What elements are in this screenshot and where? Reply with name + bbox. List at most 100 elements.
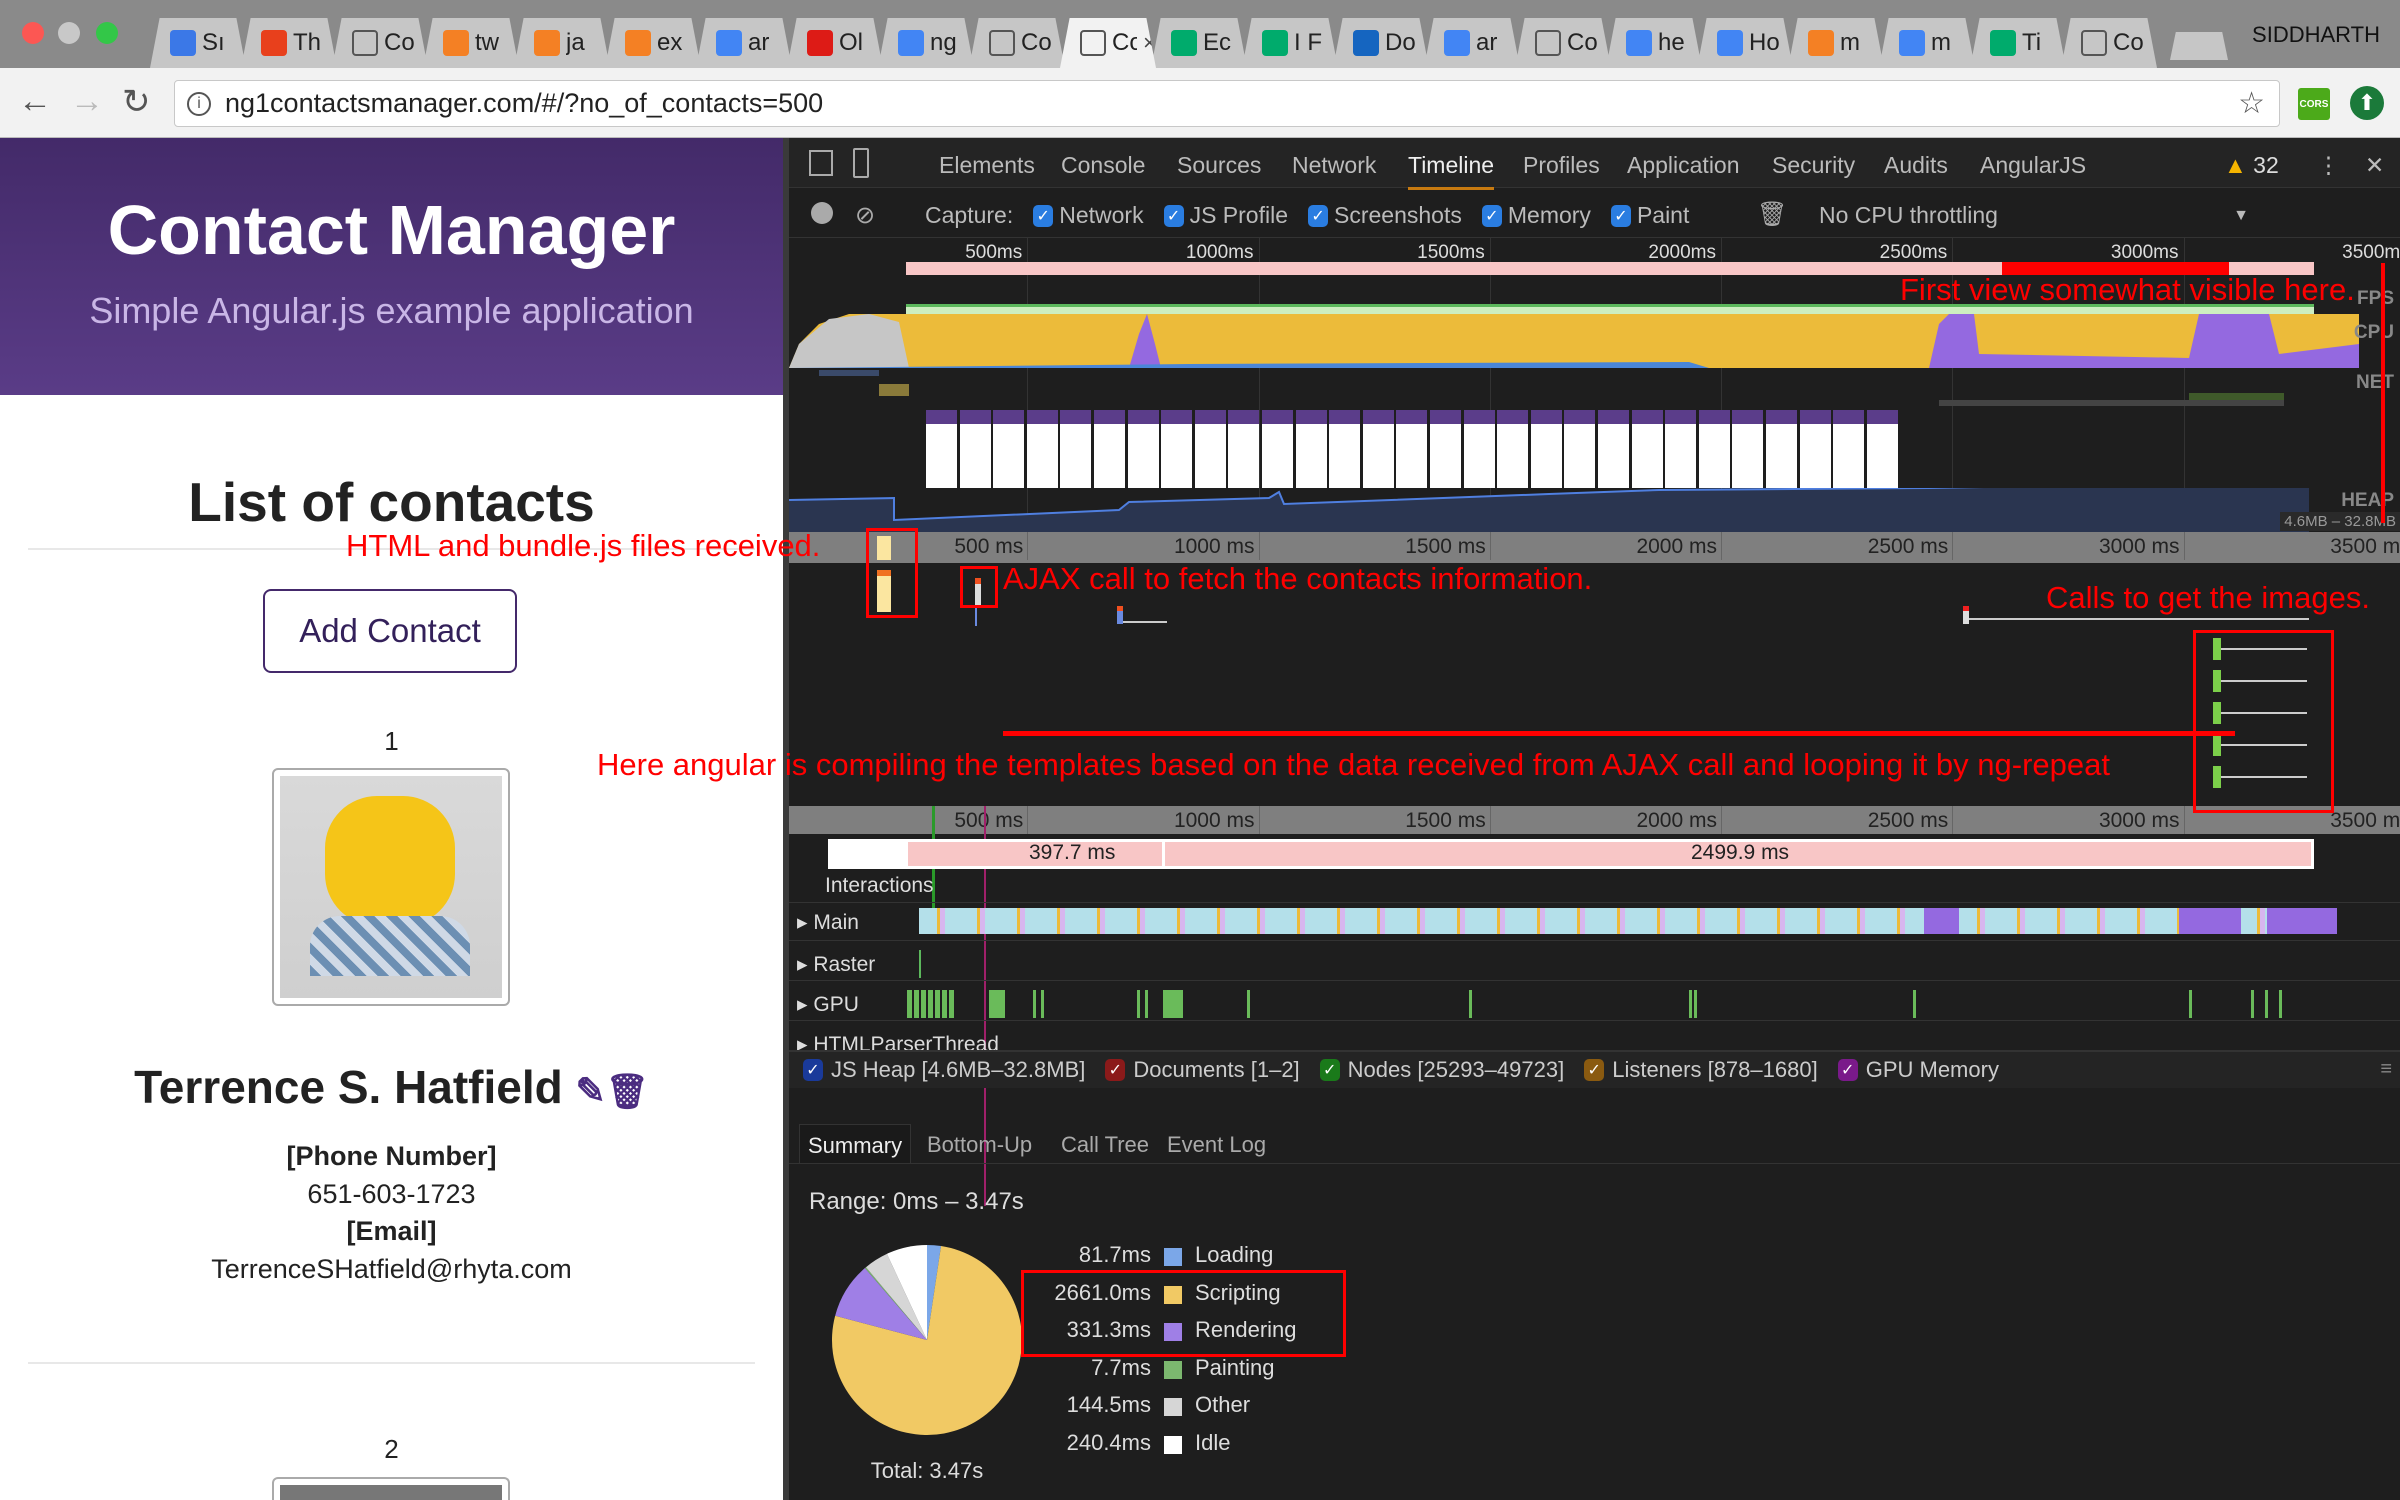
upload-extension-icon[interactable]: ⬆ (2350, 86, 2384, 120)
counter-toggle[interactable]: ✓Listeners [878–1680] (1584, 1057, 1818, 1083)
device-mode-icon[interactable] (853, 148, 869, 178)
screenshot-thumbnail[interactable] (1699, 410, 1730, 488)
cpu-throttling-select[interactable]: No CPU throttling▼ (1819, 202, 2249, 229)
browser-tab[interactable]: Ti (1970, 18, 2066, 68)
devtools-tab-angularjs[interactable]: AngularJS (1980, 152, 2086, 179)
gpu-track[interactable]: ▸ GPU (797, 992, 859, 1017)
screenshot-thumbnail[interactable] (1094, 410, 1125, 488)
screenshot-thumbnail[interactable] (1766, 410, 1797, 488)
browser-tab[interactable]: tw (423, 18, 519, 68)
garbage-collect-icon[interactable]: 🗑 (1757, 200, 1787, 229)
add-contact-button[interactable]: Add Contact (263, 589, 517, 673)
browser-tab[interactable]: ex (605, 18, 701, 68)
screenshot-thumbnail[interactable] (960, 410, 991, 488)
inspect-element-icon[interactable] (809, 150, 833, 176)
maximize-window-button[interactable] (96, 22, 118, 44)
edit-pencil-icon[interactable]: ✎ (576, 1070, 606, 1111)
screenshot-thumbnail[interactable] (1867, 410, 1898, 488)
browser-tab[interactable]: Do (1333, 18, 1429, 68)
bottom-tab-bottom-up[interactable]: Bottom-Up (919, 1124, 1040, 1164)
screenshot-thumbnail[interactable] (1161, 410, 1192, 488)
browser-tab[interactable]: Co (332, 18, 428, 68)
checkbox-checked-icon[interactable]: ✓ (1320, 1059, 1340, 1081)
counter-toggle[interactable]: ✓GPU Memory (1838, 1057, 1999, 1083)
profile-name[interactable]: SIDDHARTH (2252, 22, 2380, 48)
minimize-window-button[interactable] (58, 22, 80, 44)
warnings-count[interactable]: ▲ 32 (2224, 152, 2279, 179)
screenshot-thumbnail[interactable] (1598, 410, 1629, 488)
more-options-icon[interactable]: ⋮ (2317, 152, 2340, 179)
counter-toggle[interactable]: ✓JS Heap [4.6MB–32.8MB] (803, 1057, 1085, 1083)
devtools-tab-console[interactable]: Console (1061, 152, 1145, 179)
reload-icon[interactable]: ↻ (122, 82, 151, 122)
clear-icon[interactable]: ⊘ (855, 201, 875, 230)
screenshot-thumbnail[interactable] (1464, 410, 1495, 488)
screenshot-thumbnail[interactable] (1262, 410, 1293, 488)
new-tab-button[interactable] (2170, 32, 2228, 60)
resize-handle-icon[interactable]: ≡ (2380, 1058, 2392, 1081)
checkbox-checked-icon[interactable]: ✓ (1611, 205, 1631, 227)
browser-tab[interactable]: Ec (1151, 18, 1247, 68)
devtools-tab-network[interactable]: Network (1292, 152, 1376, 179)
screenshot-thumbnail[interactable] (1564, 410, 1595, 488)
browser-tab[interactable]: Co (1515, 18, 1611, 68)
screenshot-thumbnail[interactable] (1732, 410, 1763, 488)
bookmark-star-icon[interactable]: ☆ (2238, 86, 2265, 121)
checkbox-checked-icon[interactable]: ✓ (1033, 205, 1053, 227)
browser-tab[interactable]: ar (1424, 18, 1520, 68)
screenshot-thumbnail[interactable] (1800, 410, 1831, 488)
screenshot-thumbnail[interactable] (1363, 410, 1394, 488)
close-window-button[interactable] (22, 22, 44, 44)
bottom-tab-event-log[interactable]: Event Log (1159, 1124, 1274, 1164)
counter-toggle[interactable]: ✓Documents [1–2] (1105, 1057, 1299, 1083)
capture-checkbox-screenshots[interactable]: ✓Screenshots (1308, 202, 1462, 229)
screenshot-thumbnail[interactable] (1430, 410, 1461, 488)
browser-tab[interactable]: Co (2061, 18, 2157, 68)
browser-tab[interactable]: he (1606, 18, 1702, 68)
cors-extension-icon[interactable]: CORS (2298, 88, 2330, 120)
raster-track[interactable]: ▸ Raster (797, 952, 875, 977)
browser-tab[interactable]: ja (514, 18, 610, 68)
browser-tab[interactable]: ng (878, 18, 974, 68)
screenshot-thumbnail[interactable] (1060, 410, 1091, 488)
browser-tab[interactable]: ar (696, 18, 792, 68)
browser-tab[interactable]: m (1879, 18, 1975, 68)
checkbox-checked-icon[interactable]: ✓ (1838, 1059, 1858, 1081)
screenshot-thumbnail[interactable] (1128, 410, 1159, 488)
back-arrow-icon[interactable]: ← (18, 82, 52, 121)
screenshot-thumbnail[interactable] (993, 410, 1024, 488)
checkbox-checked-icon[interactable]: ✓ (1584, 1059, 1604, 1081)
browser-tab[interactable]: Sı (150, 18, 246, 68)
checkbox-checked-icon[interactable]: ✓ (1482, 205, 1502, 227)
browser-tab[interactable]: I F (1242, 18, 1338, 68)
screenshot-thumbnail[interactable] (1228, 410, 1259, 488)
screenshot-thumbnail[interactable] (1195, 410, 1226, 488)
screenshot-thumbnail[interactable] (1531, 410, 1562, 488)
screenshot-thumbnail[interactable] (926, 410, 957, 488)
browser-tab[interactable]: Th (241, 18, 337, 68)
browser-tab[interactable]: Ol (787, 18, 883, 68)
checkbox-checked-icon[interactable]: ✓ (1164, 205, 1184, 227)
browser-tab[interactable]: m (1788, 18, 1884, 68)
checkbox-checked-icon[interactable]: ✓ (1105, 1059, 1125, 1081)
frame-duration[interactable]: 397.7 ms (1029, 841, 1115, 865)
devtools-tab-timeline[interactable]: Timeline (1408, 152, 1494, 190)
capture-checkbox-js-profile[interactable]: ✓JS Profile (1164, 202, 1288, 229)
screenshot-thumbnail[interactable] (1833, 410, 1864, 488)
screenshot-thumbnail[interactable] (1027, 410, 1058, 488)
counter-toggle[interactable]: ✓Nodes [25293–49723] (1320, 1057, 1565, 1083)
screenshot-thumbnail[interactable] (1497, 410, 1528, 488)
bottom-tab-summary[interactable]: Summary (799, 1124, 911, 1164)
checkbox-checked-icon[interactable]: ✓ (803, 1059, 823, 1081)
checkbox-checked-icon[interactable]: ✓ (1308, 205, 1328, 227)
address-bar[interactable]: i ng1contactsmanager.com/#/?no_of_contac… (174, 80, 2280, 127)
trash-icon[interactable]: 🗑 (606, 1073, 649, 1111)
close-devtools-icon[interactable]: ✕ (2365, 152, 2384, 179)
devtools-tab-security[interactable]: Security (1772, 152, 1855, 179)
browser-tab[interactable]: Ho (1697, 18, 1793, 68)
screenshot-thumbnail[interactable] (1632, 410, 1663, 488)
capture-checkbox-network[interactable]: ✓Network (1033, 202, 1143, 229)
capture-checkbox-paint[interactable]: ✓Paint (1611, 202, 1689, 229)
record-button[interactable] (811, 202, 833, 224)
devtools-tab-profiles[interactable]: Profiles (1523, 152, 1600, 179)
